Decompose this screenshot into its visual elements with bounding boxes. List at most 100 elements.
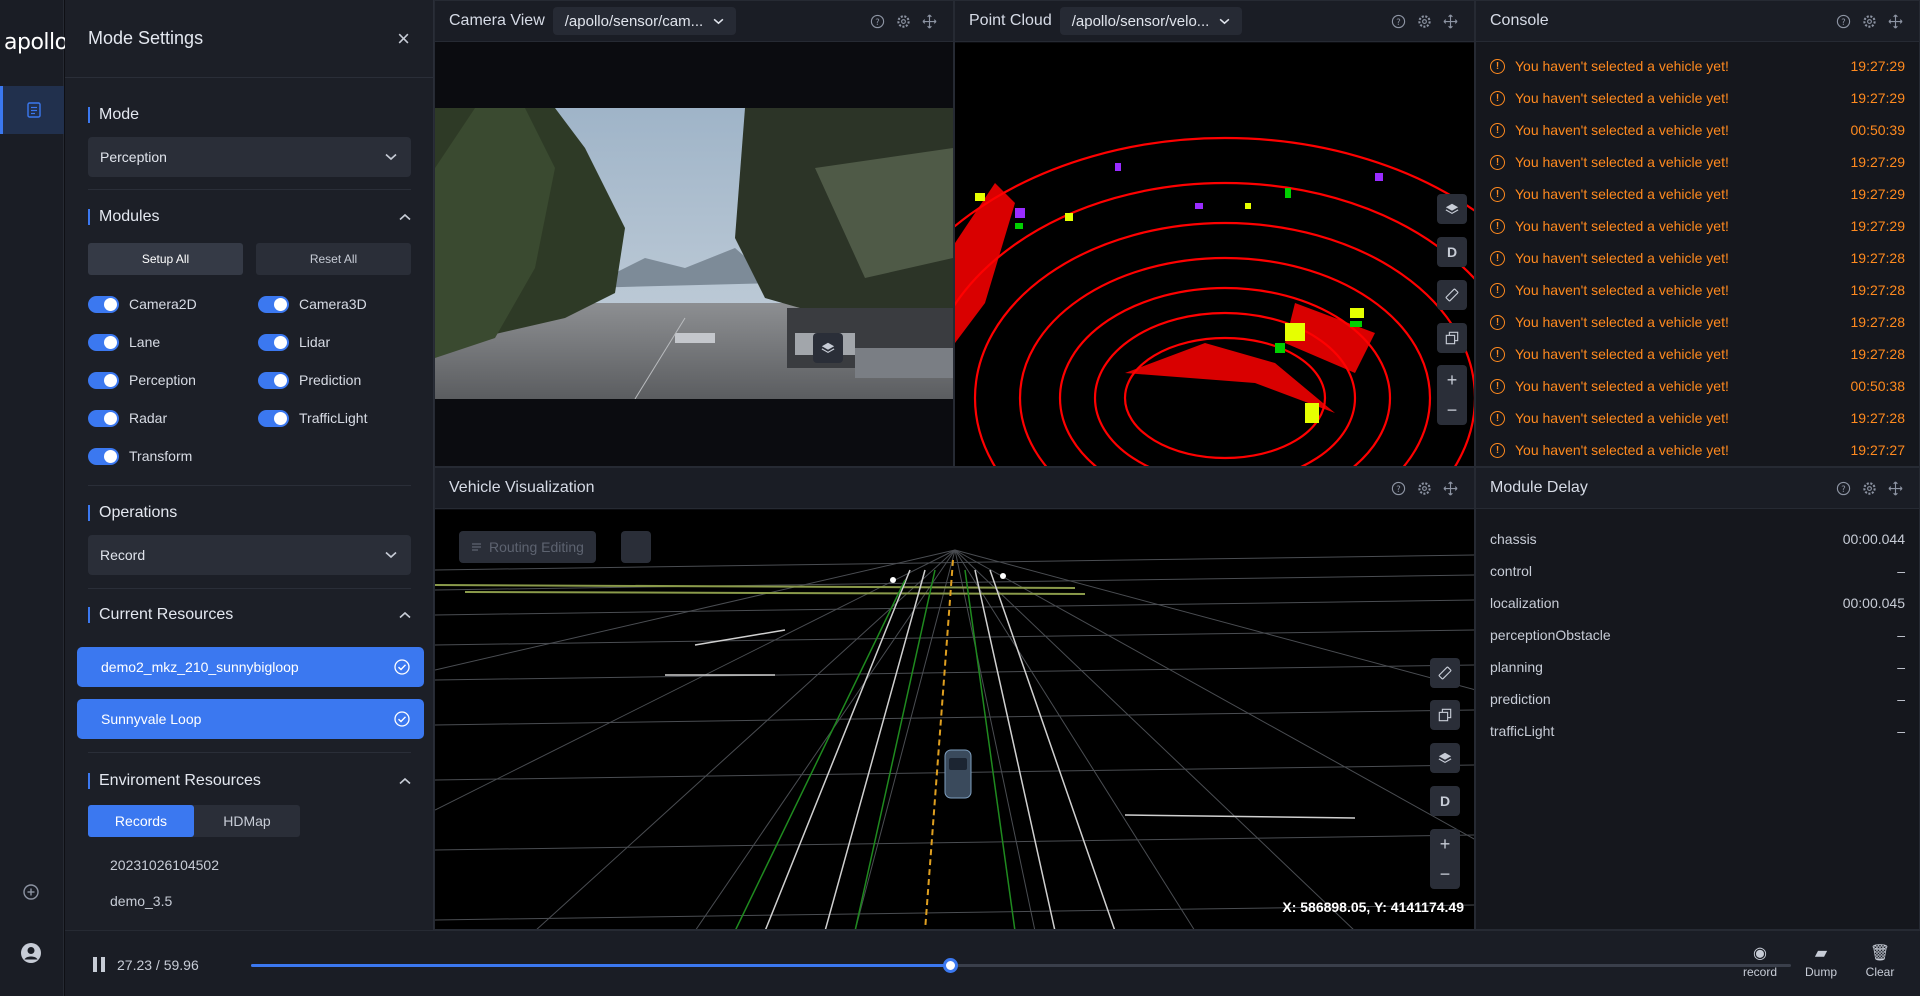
help-icon[interactable]: ? — [1390, 13, 1406, 29]
chevron-up-icon[interactable] — [399, 213, 411, 221]
console-row: ! You haven't selected a vehicle yet! 19:2… — [1490, 402, 1905, 434]
console-row: ! You haven't selected a vehicle yet! 19:2… — [1490, 242, 1905, 274]
mode-select[interactable]: Perception — [88, 137, 411, 177]
module-delay-value: – — [1897, 691, 1905, 707]
route-settings-button[interactable] — [621, 531, 651, 563]
dump-button[interactable]: ▰ Dump — [1796, 943, 1846, 979]
user-avatar-icon[interactable] — [20, 942, 42, 969]
routing-editing-button[interactable]: Routing Editing — [459, 531, 596, 563]
gear-icon[interactable] — [1416, 480, 1432, 496]
gear-icon[interactable] — [1861, 13, 1877, 29]
svg-text:?: ? — [1841, 16, 1845, 26]
drag-move-icon[interactable] — [1442, 13, 1458, 29]
zoom-control[interactable]: + − — [1430, 829, 1460, 889]
clear-button[interactable]: 🗑 Clear — [1855, 943, 1905, 979]
ego-vehicle-icon — [944, 749, 972, 799]
reset-all-button[interactable]: Reset All — [256, 243, 411, 275]
layers-icon[interactable] — [1430, 743, 1460, 773]
pause-icon[interactable] — [93, 957, 105, 972]
drag-move-icon[interactable] — [1442, 480, 1458, 496]
console-message: You haven't selected a vehicle yet! — [1515, 218, 1729, 234]
chevron-up-icon[interactable] — [399, 777, 411, 785]
warning-icon: ! — [1490, 410, 1505, 426]
resource-card[interactable]: demo2_mkz_210_sunnybigloop — [77, 647, 424, 687]
console-row: ! You haven't selected a vehicle yet! 00:5… — [1490, 370, 1905, 402]
module-name: perceptionObstacle — [1490, 627, 1611, 643]
view-d-button[interactable]: D — [1430, 786, 1460, 816]
toggle-switch[interactable] — [88, 371, 119, 389]
drag-move-icon[interactable] — [1887, 480, 1903, 496]
console-row: ! You haven't selected a vehicle yet! 19:2… — [1490, 178, 1905, 210]
toggle-switch[interactable] — [258, 409, 289, 427]
vehicle-viz-canvas[interactable] — [435, 510, 1474, 929]
zoom-in-icon[interactable]: + — [1447, 370, 1458, 391]
module-toggle-lane[interactable]: Lane — [88, 331, 258, 353]
gear-icon[interactable] — [895, 13, 911, 29]
setup-all-button[interactable]: Setup All — [88, 243, 243, 275]
tab-hdmap[interactable]: HDMap — [194, 805, 300, 837]
warning-icon: ! — [1490, 218, 1505, 234]
record-item[interactable]: 20231026104502 — [88, 857, 411, 873]
toggle-switch[interactable] — [88, 333, 119, 351]
gear-icon[interactable] — [1416, 13, 1432, 29]
zoom-in-icon[interactable]: + — [1440, 834, 1451, 855]
add-icon[interactable] — [22, 883, 40, 906]
record-button[interactable]: ◉ record — [1735, 943, 1785, 979]
module-toggle-camera2d[interactable]: Camera2D — [88, 293, 258, 315]
console-time: 00:50:38 — [1850, 378, 1906, 394]
lidar-channel-select[interactable]: /apollo/sensor/velo... — [1059, 7, 1243, 35]
progress-knob[interactable] — [943, 958, 959, 973]
help-icon[interactable]: ? — [1390, 480, 1406, 496]
zoom-out-icon[interactable]: − — [1447, 400, 1458, 421]
view-d-button[interactable]: D — [1437, 237, 1467, 267]
toggle-switch[interactable] — [88, 447, 119, 465]
toggle-switch[interactable] — [258, 295, 289, 313]
drag-move-icon[interactable] — [921, 13, 937, 29]
close-icon[interactable]: × — [397, 26, 410, 52]
point-cloud-canvas[interactable] — [955, 43, 1474, 466]
divider — [88, 752, 411, 753]
module-toggle-lidar[interactable]: Lidar — [258, 331, 408, 353]
chevron-up-icon[interactable] — [399, 611, 411, 619]
layers-icon[interactable] — [813, 333, 843, 363]
module-toggle-prediction[interactable]: Prediction — [258, 369, 408, 391]
tab-records[interactable]: Records — [88, 805, 194, 837]
module-toggle-transform[interactable]: Transform — [88, 445, 258, 467]
layers-icon[interactable] — [1437, 194, 1467, 224]
zoom-control[interactable]: + − — [1437, 365, 1467, 425]
console-message: You haven't selected a vehicle yet! — [1515, 90, 1729, 106]
toggle-switch[interactable] — [258, 333, 289, 351]
drag-move-icon[interactable] — [1887, 13, 1903, 29]
environment-resources-section: Enviroment Resources Records HDMap 20231… — [65, 773, 434, 909]
toggle-switch[interactable] — [258, 371, 289, 389]
help-icon[interactable]: ? — [1835, 480, 1851, 496]
mode-settings-nav[interactable] — [0, 86, 64, 134]
module-toggle-perception[interactable]: Perception — [88, 369, 258, 391]
module-delay-row: prediction – — [1490, 683, 1905, 715]
progress-track[interactable] — [251, 958, 1791, 973]
ruler-icon[interactable] — [1437, 280, 1467, 310]
copy-icon[interactable] — [1430, 700, 1460, 730]
module-name: control — [1490, 563, 1533, 579]
module-toggle-radar[interactable]: Radar — [88, 407, 258, 429]
module-name: prediction — [1490, 691, 1551, 707]
module-name: chassis — [1490, 531, 1537, 547]
operations-select[interactable]: Record — [88, 535, 411, 575]
help-icon[interactable]: ? — [1835, 13, 1851, 29]
module-label: Camera2D — [129, 296, 197, 312]
console-message: You haven't selected a vehicle yet! — [1515, 154, 1729, 170]
copy-icon[interactable] — [1437, 323, 1467, 353]
resource-card[interactable]: Sunnyvale Loop — [77, 699, 424, 739]
module-toggle-camera3d[interactable]: Camera3D — [258, 293, 408, 315]
help-icon[interactable]: ? — [869, 13, 885, 29]
toggle-switch[interactable] — [88, 295, 119, 313]
module-toggle-trafficlight[interactable]: TrafficLight — [258, 407, 408, 429]
record-item[interactable]: demo_3.5 — [88, 893, 411, 909]
camera-channel-select[interactable]: /apollo/sensor/cam... — [552, 7, 737, 35]
toggle-switch[interactable] — [88, 409, 119, 427]
ruler-icon[interactable] — [1430, 658, 1460, 688]
zoom-out-icon[interactable]: − — [1440, 864, 1451, 885]
chevron-down-icon — [1219, 18, 1230, 24]
gear-icon[interactable] — [1861, 480, 1877, 496]
console-time: 19:27:28 — [1850, 314, 1906, 330]
